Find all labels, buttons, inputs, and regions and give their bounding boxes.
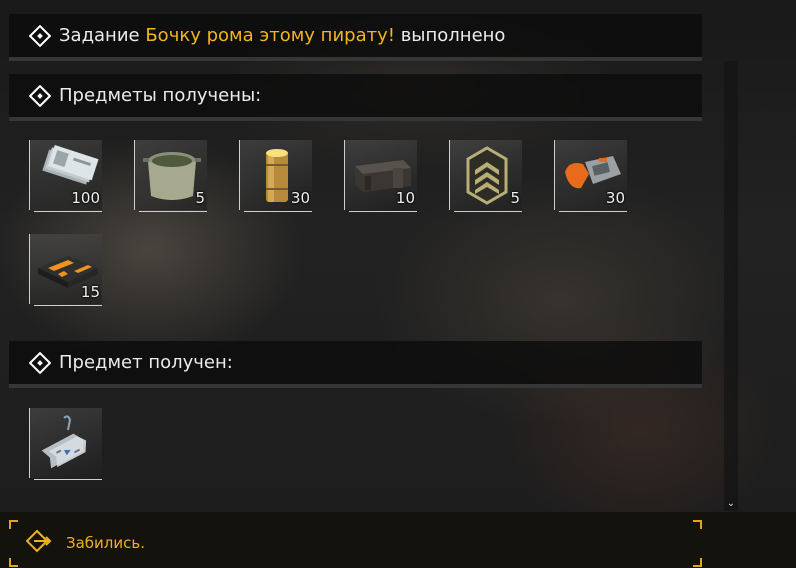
item-count: 30 — [605, 189, 625, 207]
item-count: 10 — [395, 189, 415, 207]
reward-item-orange-crate[interactable]: 15 — [29, 234, 102, 306]
item-count: 30 — [290, 189, 310, 207]
dog-tags-icon — [41, 415, 87, 469]
scrollbar-track[interactable] — [724, 61, 738, 511]
reward-item-battery[interactable]: 30 — [239, 140, 312, 212]
chevron-down-icon: ⌄ — [726, 498, 736, 509]
reply-option[interactable]: Забились. — [25, 529, 145, 557]
reward-item-rank-chevron[interactable]: 5 — [449, 140, 522, 212]
quest-name[interactable]: Бочку рома этому пирату! — [145, 25, 395, 46]
banknotes-icon — [42, 145, 99, 185]
frame-corner — [693, 520, 702, 529]
reward-item-banknotes[interactable]: 100 — [29, 140, 102, 212]
quest-prefix: Задание — [59, 25, 140, 46]
diamond-marker-icon — [29, 84, 51, 107]
item-count: 5 — [195, 189, 205, 207]
reward-item-pot[interactable]: 5 — [134, 140, 207, 212]
diamond-marker-icon — [29, 24, 51, 47]
item-count: 100 — [71, 189, 100, 207]
item-received-title: Предмет получен: — [59, 352, 233, 373]
item-count: 5 — [510, 189, 520, 207]
items-received-title: Предметы получены: — [59, 85, 262, 106]
reward-item-orange-device[interactable]: 30 — [554, 140, 627, 212]
frame-corner — [693, 558, 702, 567]
item-received-header: Предмет получен: — [9, 341, 702, 388]
quest-suffix: выполнено — [400, 25, 506, 46]
reward-item-dog-tags[interactable] — [29, 408, 102, 480]
quest-complete-header: Задание Бочку рома этому пирату! выполне… — [9, 14, 702, 61]
scroll-down-button[interactable]: ⌄ — [724, 497, 738, 511]
items-received-header: Предметы получены: — [9, 74, 702, 121]
quest-complete-title: Задание Бочку рома этому пирату! выполне… — [59, 25, 505, 46]
item-count: 15 — [80, 283, 100, 301]
frame-corner — [9, 520, 18, 529]
quest-reward-panel: Задание Бочку рома этому пирату! выполне… — [0, 0, 740, 512]
exit-arrow-icon — [25, 529, 52, 557]
reward-item-ammo-crate[interactable]: 10 — [344, 140, 417, 212]
diamond-marker-icon — [29, 351, 51, 374]
frame-corner — [9, 558, 18, 567]
reply-label: Забились. — [66, 534, 145, 552]
dialogue-footer: Забились. — [0, 512, 796, 568]
